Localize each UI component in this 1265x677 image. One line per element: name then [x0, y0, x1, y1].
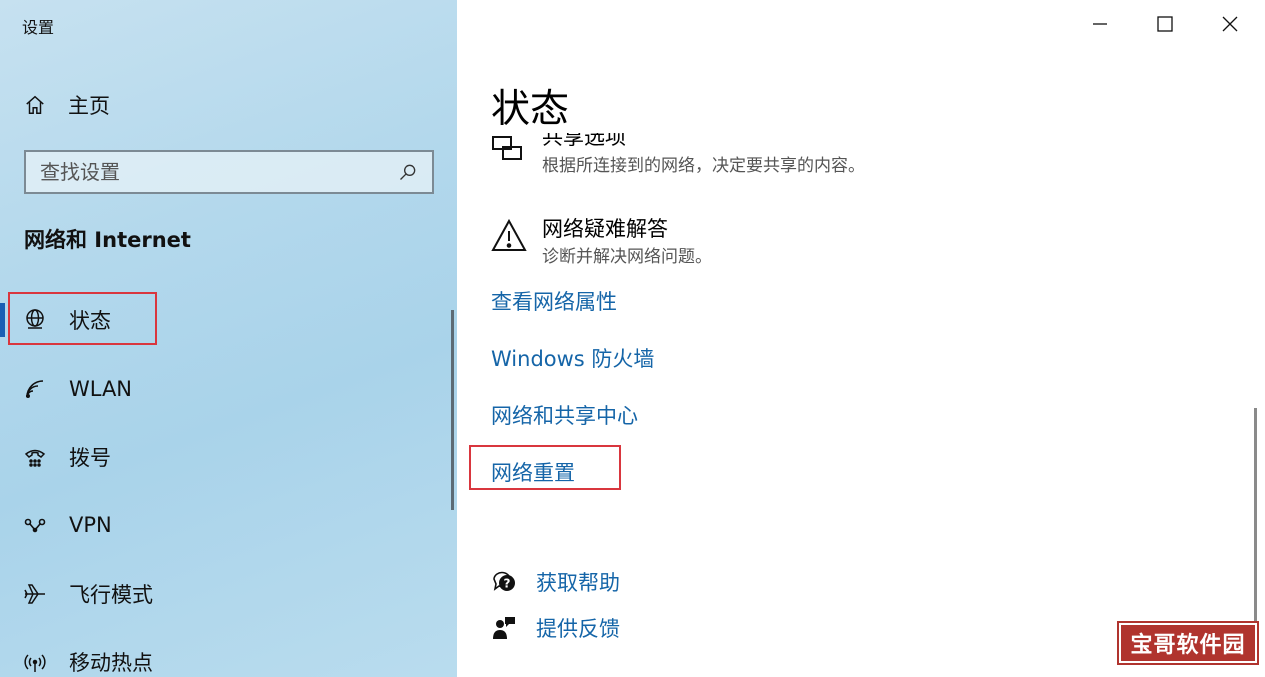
- watermark: 宝哥软件园: [1117, 621, 1259, 665]
- sidebar-item-wlan[interactable]: WLAN: [0, 362, 440, 416]
- minimize-icon: [1093, 23, 1107, 25]
- vpn-icon: [22, 512, 48, 538]
- option-troubleshoot[interactable]: 网络疑难解答 诊断并解决网络问题。: [491, 213, 991, 273]
- section-title: 网络和 Internet: [24, 228, 191, 252]
- help-chat-icon: ?: [493, 571, 515, 591]
- sidebar-item-status[interactable]: 状态: [0, 293, 440, 347]
- sidebar-item-hotspot[interactable]: 移动热点: [0, 635, 440, 677]
- home-nav-item[interactable]: 主页: [24, 88, 110, 122]
- search-icon[interactable]: [398, 162, 418, 182]
- warning-icon: [491, 218, 527, 251]
- option-title: 网络疑难解答: [542, 217, 668, 241]
- sidebar-item-label: 移动热点: [69, 651, 153, 675]
- link-network-reset[interactable]: 网络重置: [491, 457, 575, 487]
- airplane-icon: [22, 581, 48, 607]
- search-box[interactable]: [24, 150, 434, 194]
- close-icon: [1222, 16, 1238, 32]
- sidebar-item-airplane[interactable]: 飞行模式: [0, 567, 440, 621]
- svg-text:?: ?: [504, 577, 511, 591]
- globe-monitor-icon: [22, 307, 48, 333]
- option-sharing[interactable]: 共享选项 根据所连接到的网络，决定要共享的内容。: [491, 133, 991, 181]
- sidebar-item-label: VPN: [69, 513, 112, 537]
- option-desc: 诊断并解决网络问题。: [542, 247, 712, 267]
- sidebar: 设置 主页 网络和 Internet 状态 WLAN: [0, 0, 457, 677]
- home-icon: [26, 95, 44, 114]
- sidebar-item-label: 状态: [69, 309, 111, 333]
- scroll-clip: 共享选项 根据所连接到的网络，决定要共享的内容。: [457, 133, 1237, 193]
- page-title: 状态: [491, 87, 570, 132]
- feedback-link[interactable]: 提供反馈: [491, 613, 620, 643]
- app-title: 设置: [22, 18, 55, 37]
- wifi-icon: [22, 376, 48, 402]
- sharing-icon: [492, 136, 522, 160]
- maximize-button[interactable]: [1133, 0, 1197, 48]
- hotspot-icon: [22, 649, 48, 675]
- link-network-sharing-center[interactable]: 网络和共享中心: [491, 400, 638, 430]
- link-network-properties[interactable]: 查看网络属性: [491, 286, 617, 316]
- main-scrollbar[interactable]: [1254, 408, 1257, 626]
- feedback-label: 提供反馈: [536, 617, 620, 641]
- help-link[interactable]: ? 获取帮助: [491, 567, 620, 597]
- sidebar-item-dialup[interactable]: 拨号: [0, 430, 440, 484]
- dialup-icon: [22, 444, 48, 470]
- close-button[interactable]: [1198, 0, 1262, 48]
- option-desc: 根据所连接到的网络，决定要共享的内容。: [542, 156, 865, 176]
- home-label: 主页: [68, 94, 110, 118]
- help-label: 获取帮助: [536, 571, 620, 595]
- link-windows-firewall[interactable]: Windows 防火墙: [491, 343, 654, 373]
- option-title: 共享选项: [542, 133, 626, 149]
- feedback-icon: [493, 617, 515, 639]
- sidebar-item-label: 飞行模式: [69, 583, 153, 607]
- main-pane: 状态 共享选项 根据所连接到的网络，决定要共享的内容。 网络疑难解答 诊断并解决…: [457, 0, 1265, 677]
- sidebar-scrollbar[interactable]: [451, 310, 454, 510]
- active-indicator: [0, 303, 5, 337]
- minimize-button[interactable]: [1068, 0, 1132, 48]
- search-input[interactable]: [40, 160, 398, 184]
- maximize-icon: [1157, 16, 1173, 32]
- sidebar-item-label: 拨号: [69, 446, 111, 470]
- sidebar-item-vpn[interactable]: VPN: [0, 498, 440, 552]
- sidebar-item-label: WLAN: [69, 377, 133, 401]
